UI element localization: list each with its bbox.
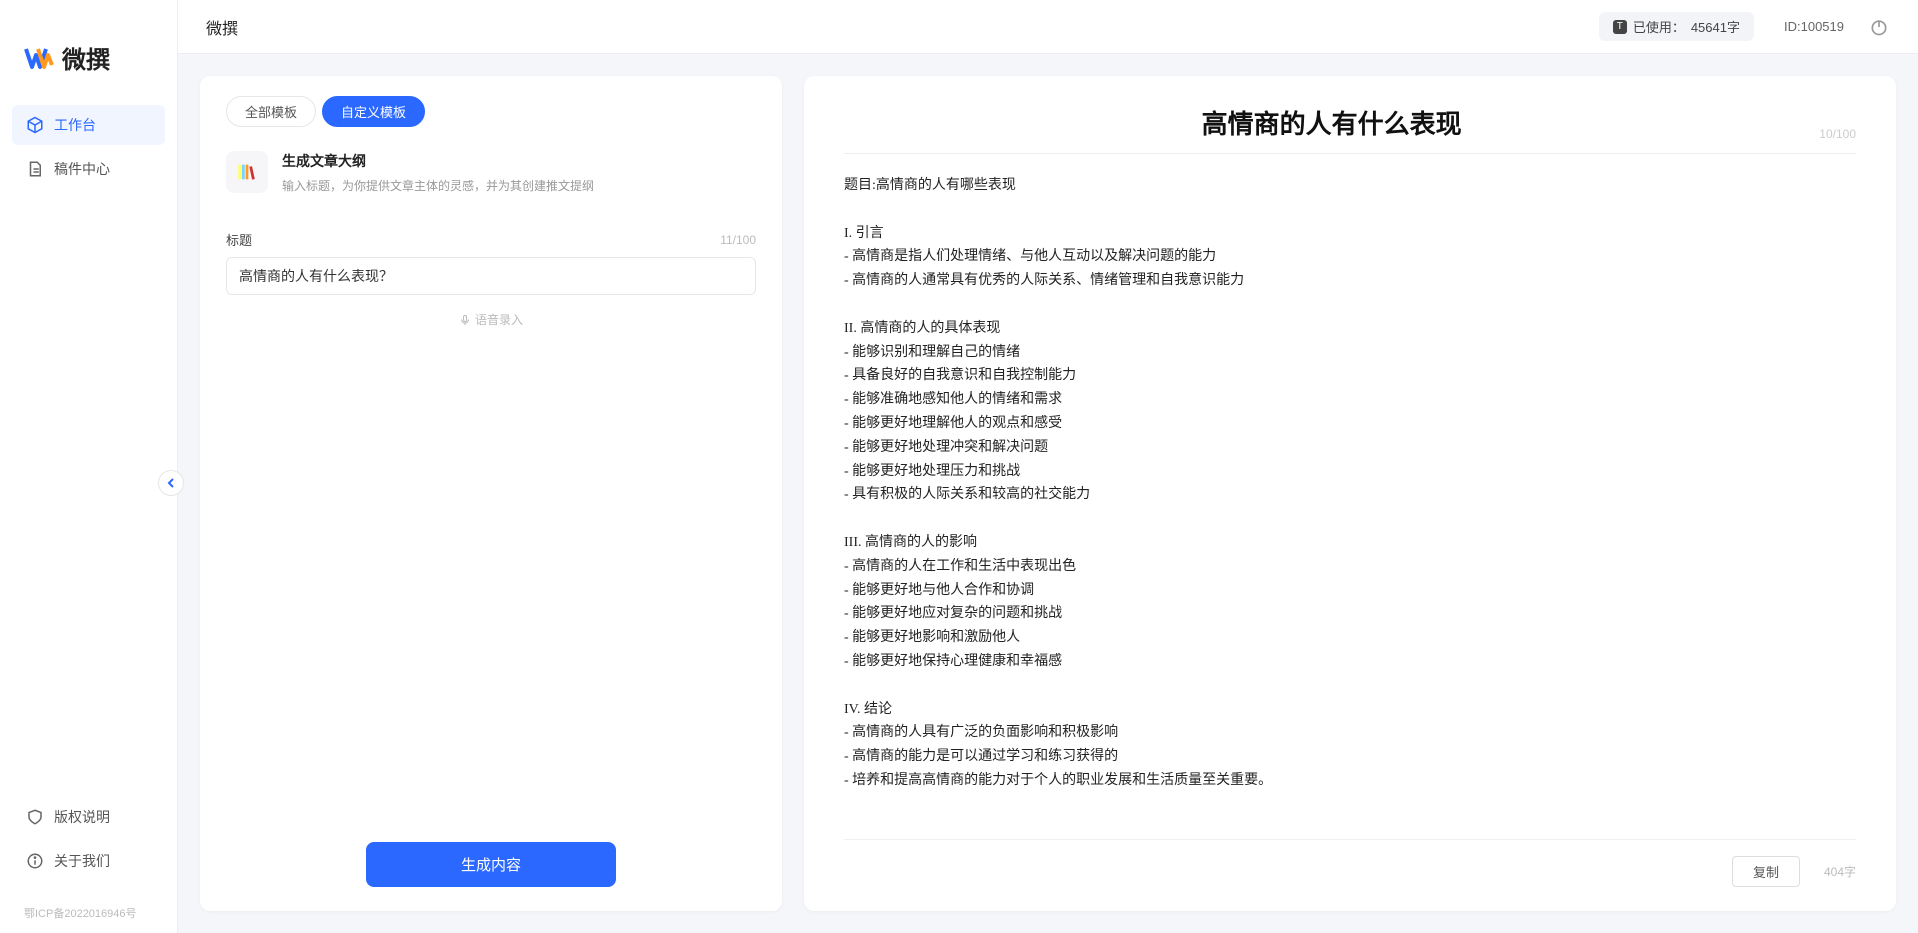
usage-value: 45641字 (1691, 17, 1740, 36)
nav-item-about[interactable]: 关于我们 (12, 841, 165, 881)
page-title: 微撰 (206, 15, 238, 39)
output-panel: 高情商的人有什么表现 10/100 题目:高情商的人有哪些表现 I. 引言 - … (804, 76, 1896, 911)
template-card: 生成文章大纲 输入标题，为你提供文章主体的灵感，并为其创建推文提纲 (226, 145, 756, 206)
voice-hint-text: 语音录入 (475, 311, 523, 328)
user-id: ID:100519 (1784, 19, 1844, 34)
info-icon (26, 852, 44, 870)
nav-item-workbench[interactable]: 工作台 (12, 105, 165, 145)
tab-all-templates[interactable]: 全部模板 (226, 96, 316, 127)
template-desc: 输入标题，为你提供文章主体的灵感，并为其创建推文提纲 (282, 177, 594, 194)
usage-label: 已使用： (1633, 17, 1685, 36)
logo-icon (24, 43, 54, 73)
microphone-icon (459, 314, 471, 326)
document-icon (26, 160, 44, 178)
text-icon: T (1613, 20, 1627, 34)
id-label: ID: (1784, 19, 1801, 34)
output-body[interactable]: 题目:高情商的人有哪些表现 I. 引言 - 高情商是指人们处理情绪、与他人互动以… (844, 174, 1856, 827)
nav-label: 工作台 (54, 115, 96, 135)
title-field-label: 标题 (226, 230, 252, 249)
template-icon (226, 151, 268, 193)
nav-label: 稿件中心 (54, 159, 110, 179)
output-title-counter: 10/100 (1819, 127, 1856, 141)
title-char-counter: 11/100 (720, 233, 756, 247)
sidebar-collapse-handle[interactable] (158, 470, 184, 496)
nav-label: 关于我们 (54, 851, 110, 871)
nav-label: 版权说明 (54, 807, 110, 827)
input-panel: 全部模板 自定义模板 生成文章大纲 输入标题，为你提供文章主体的灵感，并为其创建… (200, 76, 782, 911)
title-input[interactable] (226, 257, 756, 295)
brand-logo: 微撰 (0, 0, 177, 105)
id-value: 100519 (1801, 19, 1844, 34)
brand-text: 微撰 (62, 40, 110, 75)
output-char-count: 404字 (1824, 863, 1856, 880)
sidebar: 微撰 工作台 稿件中心 版权说明 (0, 0, 178, 933)
nav: 工作台 稿件中心 (0, 105, 177, 797)
logout-button[interactable] (1868, 16, 1890, 38)
tab-custom-templates[interactable]: 自定义模板 (322, 96, 425, 127)
output-title[interactable]: 高情商的人有什么表现 (844, 104, 1819, 141)
cube-icon (26, 116, 44, 134)
nav-item-copyright[interactable]: 版权说明 (12, 797, 165, 837)
chevron-left-icon (166, 478, 176, 488)
topbar: 微撰 T 已使用： 45641字 ID:100519 (178, 0, 1918, 54)
template-title: 生成文章大纲 (282, 151, 594, 171)
copy-button[interactable]: 复制 (1732, 856, 1800, 887)
template-tabs: 全部模板 自定义模板 (226, 96, 756, 127)
icp-text: 鄂ICP备2022016946号 (0, 905, 177, 933)
power-icon (1869, 17, 1889, 37)
voice-input-button[interactable]: 语音录入 (226, 311, 756, 328)
generate-button[interactable]: 生成内容 (366, 842, 616, 887)
nav-item-drafts[interactable]: 稿件中心 (12, 149, 165, 189)
nav-bottom: 版权说明 关于我们 (0, 797, 177, 905)
usage-badge[interactable]: T 已使用： 45641字 (1599, 12, 1754, 41)
shield-icon (26, 808, 44, 826)
